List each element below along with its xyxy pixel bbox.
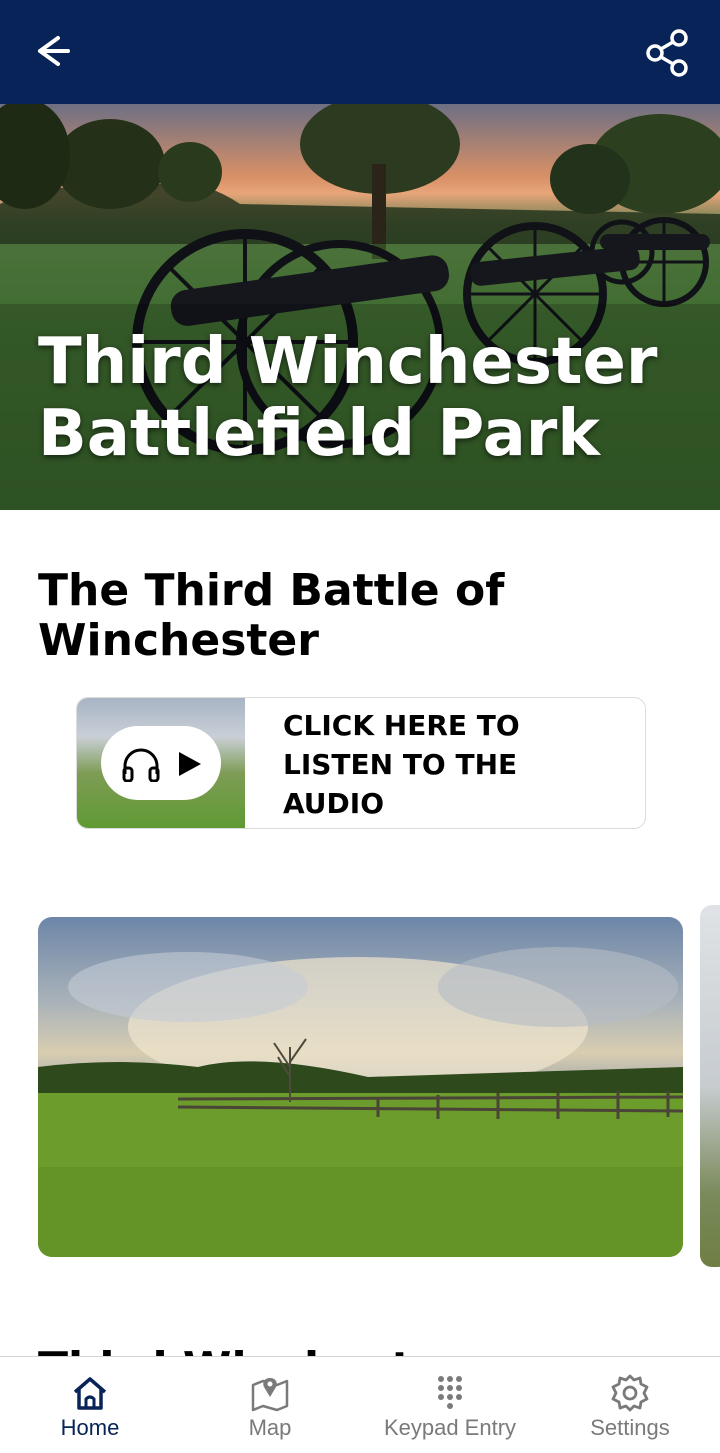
nav-settings-label: Settings xyxy=(590,1415,670,1440)
nav-map-label: Map xyxy=(248,1415,292,1440)
map-icon xyxy=(251,1378,289,1412)
nav-map[interactable]: Map xyxy=(200,1357,340,1453)
field-landscape xyxy=(38,947,683,1257)
hero-image: Third Winchester Battlefield Park xyxy=(0,104,720,510)
nav-home[interactable]: Home xyxy=(20,1357,160,1453)
audio-play-pill[interactable] xyxy=(101,726,221,800)
headphones-icon xyxy=(122,748,160,782)
play-icon xyxy=(179,752,201,776)
share-icon[interactable] xyxy=(644,28,690,78)
top-app-bar xyxy=(0,0,720,104)
keypad-icon xyxy=(438,1376,462,1409)
arrow-left-icon[interactable] xyxy=(30,28,76,74)
nav-keypad-entry[interactable]: Keypad Entry xyxy=(370,1357,530,1453)
home-icon xyxy=(73,1377,107,1410)
bottom-navigation: Home Map Keypad Entry Settings xyxy=(0,1356,720,1453)
audio-thumbnail xyxy=(77,698,245,828)
nav-keypad-entry-label: Keypad Entry xyxy=(383,1415,517,1440)
audio-label: CLICK HERE TO LISTEN TO THE AUDIO xyxy=(283,709,520,820)
nav-settings[interactable]: Settings xyxy=(560,1357,700,1453)
gear-icon xyxy=(611,1374,649,1412)
page-title: Third Winchester Battlefield Park xyxy=(38,325,658,471)
nav-home-label: Home xyxy=(60,1415,120,1440)
section-title: The Third Battle of Winchester xyxy=(38,565,505,666)
carousel-next-peek[interactable] xyxy=(700,905,720,1267)
audio-play-card[interactable]: CLICK HERE TO LISTEN TO THE AUDIO xyxy=(76,697,646,829)
carousel-image[interactable] xyxy=(38,917,683,1257)
